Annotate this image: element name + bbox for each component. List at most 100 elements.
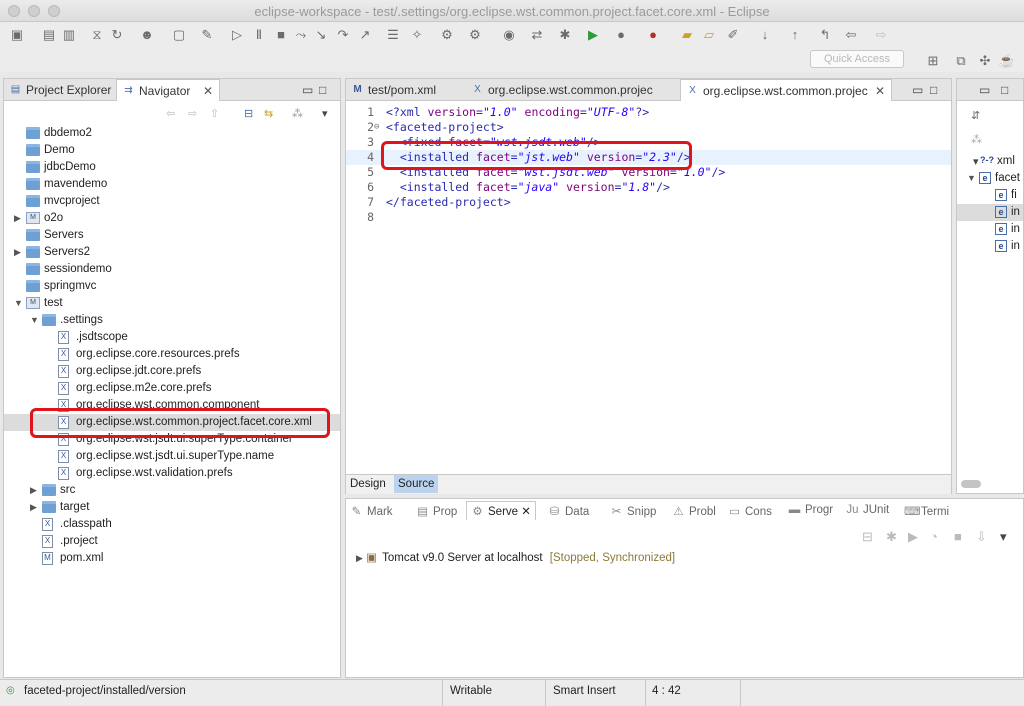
pen-icon[interactable]: ✐ — [724, 26, 742, 44]
code-line[interactable]: 6 <installed facet="java" version="1.8"/… — [346, 180, 951, 195]
view-menu-icon[interactable]: ▾ — [1000, 529, 1007, 545]
link-editor-icon[interactable]: ⇆ — [264, 107, 273, 120]
fold-icon[interactable]: ⊖ — [374, 120, 379, 135]
minimize-icon[interactable]: ▭ — [912, 83, 923, 97]
bottom-tab-progr[interactable]: ▬ Progr — [788, 504, 833, 516]
tree-item[interactable]: Xorg.eclipse.m2e.core.prefs — [4, 380, 340, 397]
filter-icon[interactable]: ⁂ — [292, 107, 303, 120]
wizard-icon[interactable]: ✧ — [408, 26, 426, 44]
open-file-icon[interactable]: ▱ — [700, 26, 718, 44]
forward-icon[interactable]: ⇨ — [872, 26, 890, 44]
globe-icon[interactable]: ◉ — [500, 26, 518, 44]
external-tools-icon[interactable]: ● — [644, 26, 662, 44]
coverage-icon[interactable]: ● — [612, 26, 630, 44]
tree-item[interactable]: jdbcDemo — [4, 159, 340, 176]
open-type-icon[interactable]: ⇄ — [528, 26, 546, 44]
tree-item[interactable]: ▶ target — [4, 499, 340, 516]
code-line[interactable]: 2 ⊖ <faceted-project> — [346, 120, 951, 135]
debug-icon[interactable]: ✱ — [556, 26, 574, 44]
collapse-arrow-icon[interactable]: ▼ — [967, 170, 976, 187]
tab-pom-xml[interactable]: M test/pom.xml — [346, 79, 466, 101]
code-line[interactable]: 1 <?xml version="1.0" encoding="UTF-8"?> — [346, 105, 951, 120]
run-icon[interactable]: ▶ — [584, 26, 602, 44]
open-task-icon[interactable]: ☰ — [384, 26, 402, 44]
bottom-tab-serve[interactable]: ⚙ Serve ✕ — [466, 501, 536, 520]
expand-arrow-icon[interactable]: ▶ — [14, 210, 21, 227]
stop-icon[interactable]: ■ — [272, 26, 290, 44]
user-icon[interactable]: ☻ — [138, 26, 156, 44]
tree-item[interactable]: Mpom.xml — [4, 550, 340, 567]
expand-arrow-icon[interactable]: ▶ — [14, 244, 21, 261]
debug-skip-icon[interactable]: ✎ — [198, 26, 216, 44]
stop-server-icon[interactable]: ■ — [954, 529, 962, 544]
tree-item[interactable]: springmvc — [4, 278, 340, 295]
tree-item[interactable]: mvcproject — [4, 193, 340, 210]
tree-item[interactable]: ▼ .settings — [4, 312, 340, 329]
step-into-icon[interactable]: ↘ — [312, 26, 330, 44]
tree-item[interactable]: Demo — [4, 142, 340, 159]
tree-item[interactable]: mavendemo — [4, 176, 340, 193]
collapse-icon[interactable]: ⊟ — [862, 529, 873, 545]
disconnect-icon[interactable]: ⤳ — [292, 26, 310, 44]
back-icon[interactable]: ⇦ — [166, 107, 175, 120]
next-annotation-icon[interactable]: ↓ — [756, 26, 774, 44]
new-icon[interactable]: ▣ — [8, 26, 26, 44]
run-last-icon[interactable]: ▷ — [228, 26, 246, 44]
expand-arrow-icon[interactable]: ▶ — [30, 499, 37, 516]
expand-arrow-icon[interactable]: ▶ — [30, 482, 37, 499]
tree-item[interactable]: Xorg.eclipse.wst.jsdt.ui.superType.name — [4, 448, 340, 465]
forward-icon[interactable]: ⇨ — [188, 107, 197, 120]
tree-item[interactable]: Xorg.eclipse.core.resources.prefs — [4, 346, 340, 363]
java-ee-perspective-icon[interactable]: ⧉ — [952, 52, 970, 70]
bottom-tab-prop[interactable]: ▤ Prop — [416, 504, 457, 518]
maximize-icon[interactable]: □ — [319, 83, 326, 97]
step-return-icon[interactable]: ↗ — [356, 26, 374, 44]
tab-facet-xml-2[interactable]: X org.eclipse.wst.common.projec ✕ — [680, 79, 892, 101]
bottom-tab-junit[interactable]: Ju JUnit — [846, 504, 889, 516]
tab-facet-xml-1[interactable]: X org.eclipse.wst.common.projec — [466, 79, 678, 101]
maximize-icon[interactable]: □ — [930, 83, 937, 97]
outline-item[interactable]: e fi — [957, 187, 1023, 204]
bottom-tab-cons[interactable]: ▭ Cons — [728, 504, 772, 518]
outline-item[interactable]: e in — [957, 204, 1023, 221]
debug-server-icon[interactable]: ✱ — [886, 529, 897, 545]
server-row[interactable]: ▶ ▣ Tomcat v9.0 Server at localhost [Sto… — [356, 550, 675, 566]
filter-icon[interactable]: ⁂ — [971, 133, 982, 146]
sort-icon[interactable]: ⇵ — [971, 109, 980, 122]
minimize-icon[interactable]: ▭ — [979, 83, 990, 97]
profile-server-icon[interactable]: ◔ — [930, 529, 938, 544]
tree-item[interactable]: ▶ src — [4, 482, 340, 499]
collapse-arrow-icon[interactable]: ▼ — [30, 312, 39, 329]
tree-item[interactable]: Servers — [4, 227, 340, 244]
open-folder-icon[interactable]: ▰ — [678, 26, 696, 44]
tree-item[interactable]: dbdemo2 — [4, 125, 340, 142]
start-server-icon[interactable]: ▶ — [908, 529, 918, 545]
maximize-icon[interactable]: □ — [1001, 83, 1008, 97]
up-icon[interactable]: ⇧ — [210, 107, 219, 120]
minimize-icon[interactable]: ▭ — [302, 83, 313, 97]
new-server-icon[interactable]: ⚙ — [438, 26, 456, 44]
close-icon[interactable]: ✕ — [203, 80, 213, 101]
tree-item[interactable]: X .jsdtscope — [4, 329, 340, 346]
publish-icon[interactable]: ⇩ — [976, 529, 987, 545]
tree-item[interactable]: X .classpath — [4, 516, 340, 533]
last-edit-icon[interactable]: ↰ — [816, 26, 834, 44]
java-perspective-icon[interactable]: ☕ — [998, 52, 1016, 70]
tree-item[interactable]: sessiondemo — [4, 261, 340, 278]
bottom-tab-snipp[interactable]: ✂ Snipp — [610, 504, 657, 518]
close-icon[interactable]: ✕ — [875, 80, 885, 101]
outline-item[interactable]: ?-? xml — [957, 153, 1023, 170]
tree-item[interactable]: Xorg.eclipse.wst.validation.prefs — [4, 465, 340, 482]
monitor-icon[interactable]: ▢ — [170, 26, 188, 44]
tree-item[interactable]: Xorg.eclipse.jdt.core.prefs — [4, 363, 340, 380]
bottom-tab-mark[interactable]: ✎ Mark — [350, 504, 393, 518]
bottom-tab-probl[interactable]: ⚠ Probl — [672, 504, 716, 518]
debug-perspective-icon[interactable]: ✣ — [976, 52, 994, 70]
tree-item[interactable]: ▶ Servers2 — [4, 244, 340, 261]
step-over-icon[interactable]: ↷ — [334, 26, 352, 44]
outline-item[interactable]: ▼ e facet — [957, 170, 1023, 187]
outline-item[interactable]: e in — [957, 238, 1023, 255]
back-icon[interactable]: ⇦ — [842, 26, 860, 44]
build-icon[interactable]: ⧖ — [88, 26, 106, 44]
tree-item[interactable]: X .project — [4, 533, 340, 550]
